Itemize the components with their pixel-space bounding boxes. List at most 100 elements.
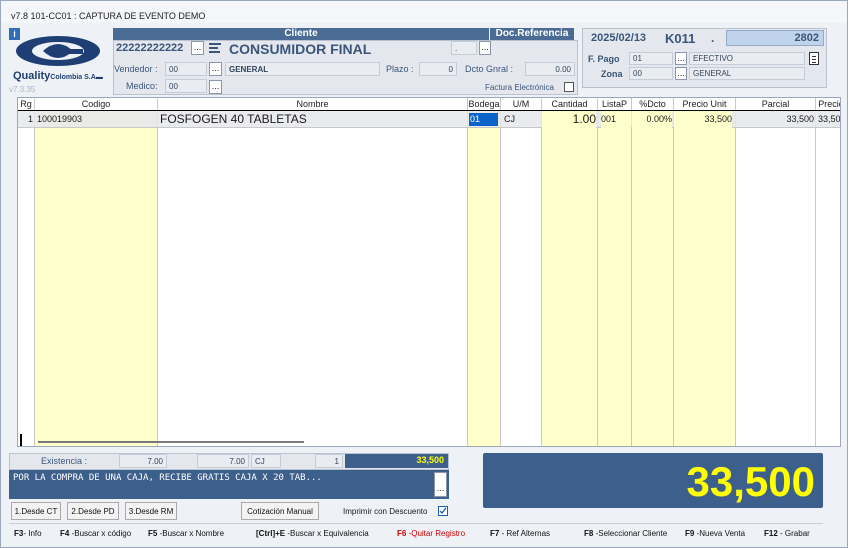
cell-codigo[interactable]: 100019903 <box>37 111 157 128</box>
mensaje-expand-button[interactable]: ... <box>434 472 447 497</box>
col-dcto <box>632 98 674 446</box>
fkey-f12-key: F12 <box>764 529 778 538</box>
vendedor-label: Vendedor : <box>114 64 158 74</box>
fkey-f7-text: - Ref Alternas <box>499 529 551 538</box>
header-rg[interactable]: Rg <box>18 98 35 110</box>
col-um <box>501 98 542 446</box>
existencia-um: CJ <box>251 454 281 468</box>
existencia-2: 7.00 <box>197 454 249 468</box>
header-codigo[interactable]: Codigo <box>35 98 158 110</box>
fkey-ctrl-e-text: -Buscar x Equivalencia <box>285 529 369 538</box>
col-precio <box>816 98 840 446</box>
imprimir-descuento-checkbox[interactable] <box>438 506 448 516</box>
header-listap[interactable]: ListaP <box>598 98 632 110</box>
items-table: Rg Codigo Nombre Bodega U/M Cantidad Lis… <box>17 97 841 447</box>
title-bar: v7.8 101-CC01 : CAPTURA DE EVENTO DEMO <box>1 1 847 23</box>
col-rg <box>18 98 35 446</box>
desde-ct-button[interactable]: 1.Desde CT <box>11 502 61 520</box>
header-bodega[interactable]: Bodega <box>468 98 501 110</box>
col-parcial <box>736 98 816 446</box>
desde-rm-button[interactable]: 3.Desde RM <box>125 502 177 520</box>
fkey-f6[interactable]: F6 -Quitar Registro <box>397 529 465 538</box>
col-nombre <box>158 98 468 446</box>
fkey-f8[interactable]: F8 -Seleccionar Cliente <box>584 529 667 538</box>
cliente-nit[interactable]: 22222222222 <box>116 42 183 54</box>
existencia-1: 7.00 <box>119 454 167 468</box>
cell-precio-unit[interactable]: 33,500 <box>674 111 732 128</box>
doc-numero-field[interactable]: 2802 <box>726 30 824 46</box>
header-precio[interactable]: Precio <box>816 98 840 110</box>
col-bodega <box>468 98 501 446</box>
col-precio-unit <box>674 98 736 446</box>
fkey-ctrl-e[interactable]: [Ctrl]+E -Buscar x Equivalencia <box>256 529 369 538</box>
fkey-f9-key: F9 <box>685 529 695 538</box>
fkey-f9-text: -Nueva Venta <box>694 529 746 538</box>
menu-lines-icon[interactable] <box>209 43 221 53</box>
fkey-f6-text: -Quitar Registro <box>406 529 466 538</box>
company-logo: QualityColombia S.A▬ <box>13 35 103 85</box>
fkey-f3-text: - Info <box>23 529 42 538</box>
fkey-f7[interactable]: F7 - Ref Alternas <box>490 529 550 538</box>
logo-sub: Colombia S.A <box>50 74 96 81</box>
fkey-f4[interactable]: F4 -Buscar x código <box>60 529 131 538</box>
zona-lookup-button[interactable]: ... <box>675 67 687 80</box>
fkey-f3[interactable]: F3- Info <box>14 529 42 538</box>
cotizacion-manual-button[interactable]: Cotización Manual <box>241 502 319 520</box>
checkmark-icon <box>439 507 447 515</box>
doc-separator: . <box>711 31 715 45</box>
existencia-total-value: 33,500 <box>416 455 444 465</box>
col-cantidad <box>542 98 598 446</box>
fpago-lookup-button[interactable]: ... <box>675 52 687 65</box>
fkey-f4-text: -Buscar x código <box>69 529 132 538</box>
header-dcto[interactable]: %Dcto <box>632 98 674 110</box>
total-value: 33,500 <box>686 458 815 505</box>
cell-dcto[interactable]: 0.00% <box>632 111 672 128</box>
cell-cantidad[interactable]: 1.00 <box>542 111 596 128</box>
medico-lookup-button[interactable]: ... <box>209 80 222 94</box>
zona-code-field[interactable]: 00 <box>629 67 673 80</box>
fpago-code-field[interactable]: 01 <box>629 52 673 65</box>
header-um[interactable]: U/M <box>501 98 542 110</box>
desde-pd-button[interactable]: 2.Desde PD <box>67 502 119 520</box>
col-listap <box>598 98 632 446</box>
header-parcial[interactable]: Parcial <box>736 98 816 110</box>
vendedor-name-field: GENERAL <box>225 62 380 76</box>
zona-label: Zona <box>601 69 623 79</box>
docref-lookup-button[interactable]: ... <box>479 41 491 55</box>
header-nombre[interactable]: Nombre <box>158 98 468 110</box>
fkey-f4-key: F4 <box>60 529 70 538</box>
header-cantidad[interactable]: Cantidad <box>542 98 598 110</box>
grid-cursor-marker <box>20 434 22 446</box>
fpago-label: F. Pago <box>588 54 620 64</box>
factura-electronica-label: Factura Electrónica <box>485 83 554 92</box>
dcto-gnral-field[interactable]: 0.00 <box>525 62 575 76</box>
factura-electronica-checkbox[interactable] <box>564 82 574 92</box>
plazo-field[interactable]: 0 <box>419 62 457 76</box>
doc-numero: 2802 <box>794 32 819 44</box>
medico-code-field[interactable]: 00 <box>165 79 207 93</box>
vendedor-code-field[interactable]: 00 <box>165 62 207 76</box>
main-window: v7.8 101-CC01 : CAPTURA DE EVENTO DEMO i… <box>0 0 848 548</box>
fkey-f5-key: F5 <box>148 529 158 538</box>
fkey-f8-key: F8 <box>584 529 594 538</box>
fkey-f5-text: -Buscar x Nombre <box>157 529 225 538</box>
cell-nombre: FOSFOGEN 40 TABLETAS <box>160 112 307 126</box>
horizontal-scrollbar[interactable] <box>38 441 304 443</box>
cell-bodega[interactable]: 01 <box>469 111 500 128</box>
doc-codigo: K011 <box>665 31 696 46</box>
fkey-f9[interactable]: F9 -Nueva Venta <box>685 529 745 538</box>
fkey-f12[interactable]: F12 - Grabar <box>764 529 810 538</box>
document-icon[interactable] <box>809 52 819 65</box>
cliente-nit-lookup-button[interactable]: ... <box>191 41 204 55</box>
docref-field[interactable]: . <box>451 41 477 55</box>
fkey-f5[interactable]: F5 -Buscar x Nombre <box>148 529 224 538</box>
col-codigo <box>35 98 158 446</box>
cell-um: CJ <box>504 114 515 124</box>
fkey-f12-text: - Grabar <box>777 529 810 538</box>
logo-text: Quality <box>13 70 51 82</box>
vendedor-lookup-button[interactable]: ... <box>209 62 222 76</box>
cell-listap[interactable]: 001 <box>601 111 631 128</box>
header-precio-unit[interactable]: Precio Unit <box>674 98 736 110</box>
cliente-header: Cliente <box>113 28 489 40</box>
cell-parcial: 33,500 <box>786 114 814 124</box>
